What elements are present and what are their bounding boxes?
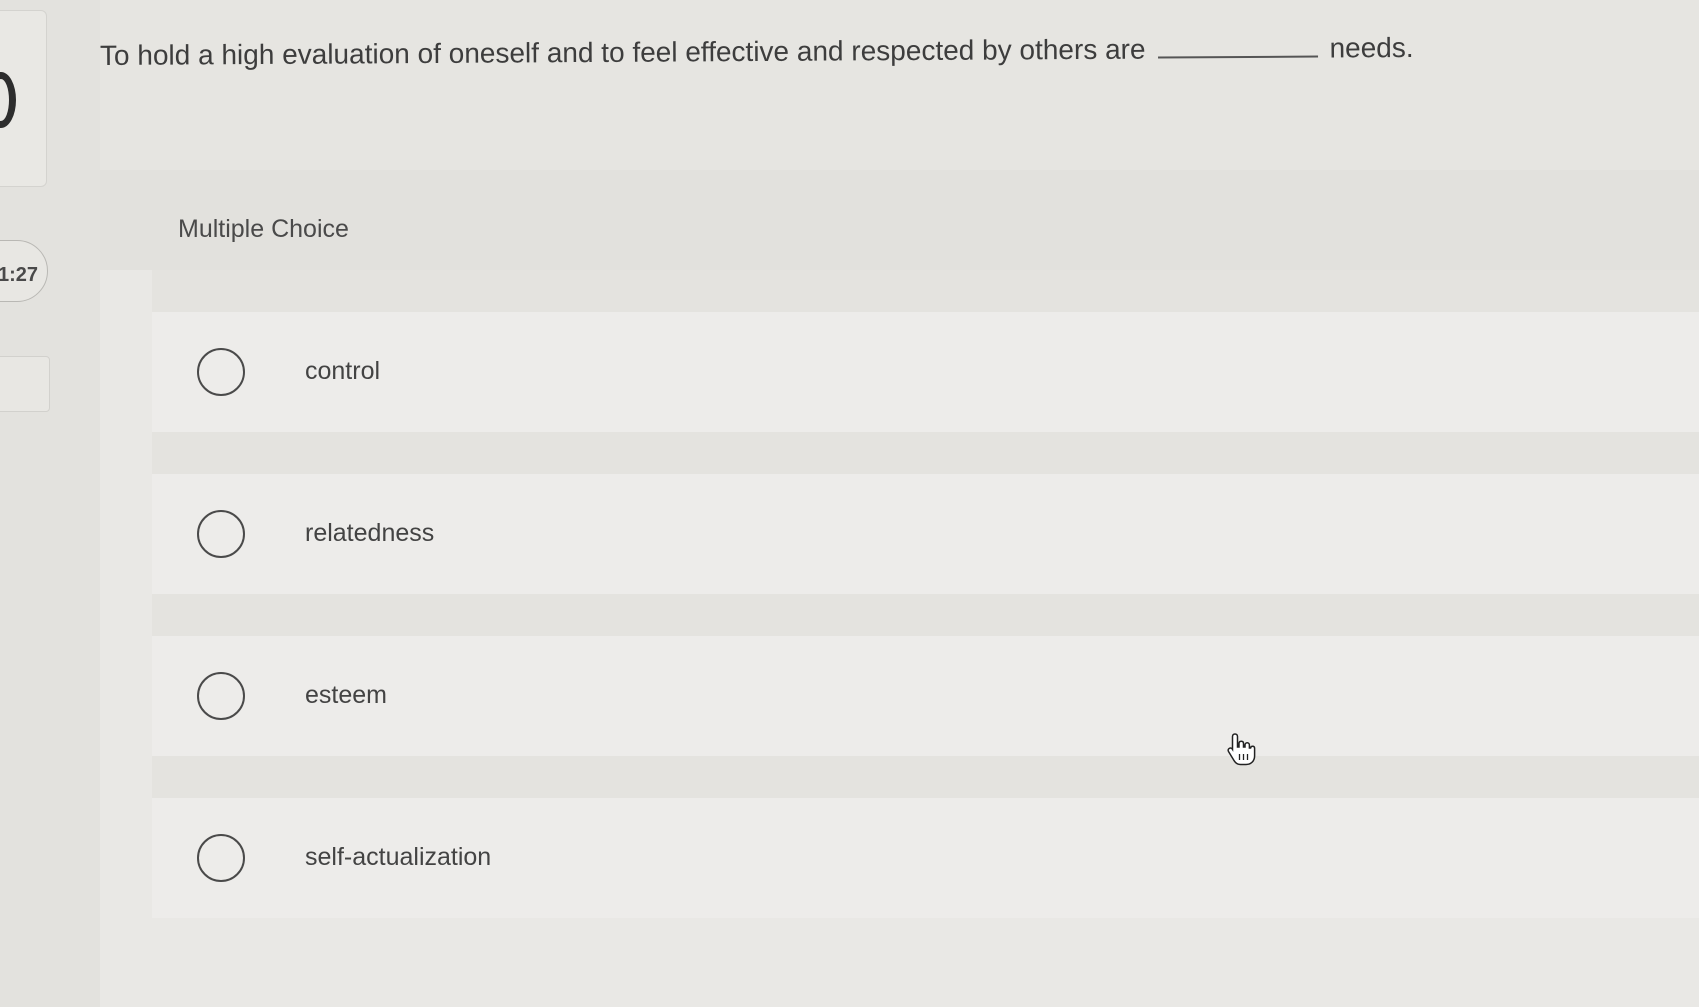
option-separator — [152, 432, 1699, 474]
left-rail: 1:27 — [0, 0, 100, 1007]
option-control[interactable]: control — [152, 312, 1699, 432]
question-text: To hold a high evaluation of oneself and… — [100, 31, 1500, 72]
question-text-after: needs. — [1329, 31, 1414, 64]
option-label: control — [305, 357, 381, 385]
radio-unchecked-icon[interactable] — [197, 834, 245, 882]
radio-unchecked-icon[interactable] — [197, 348, 245, 396]
multiple-choice-label: Multiple Choice — [178, 215, 349, 243]
option-separator — [152, 756, 1699, 798]
option-label: relatedness — [305, 519, 435, 547]
radio-unchecked-icon[interactable] — [197, 672, 245, 720]
option-separator — [152, 594, 1699, 636]
panel-header: Multiple Choice — [100, 170, 1699, 270]
option-separator — [152, 270, 1699, 312]
option-label: esteem — [305, 681, 387, 709]
option-label: self-actualization — [305, 843, 492, 871]
option-esteem[interactable]: esteem — [152, 636, 1699, 756]
answer-panel: Multiple Choice control relatedness este… — [100, 170, 1699, 1007]
timer-text: 1:27 — [0, 264, 39, 286]
hand-pointer-icon — [1226, 732, 1256, 771]
option-self-actualization[interactable]: self-actualization — [152, 798, 1699, 918]
answer-blank — [1157, 33, 1318, 59]
radio-unchecked-icon[interactable] — [197, 510, 245, 558]
option-relatedness[interactable]: relatedness — [152, 474, 1699, 594]
question-text-before: To hold a high evaluation of oneself and… — [99, 33, 1146, 71]
rail-button[interactable] — [0, 356, 50, 412]
